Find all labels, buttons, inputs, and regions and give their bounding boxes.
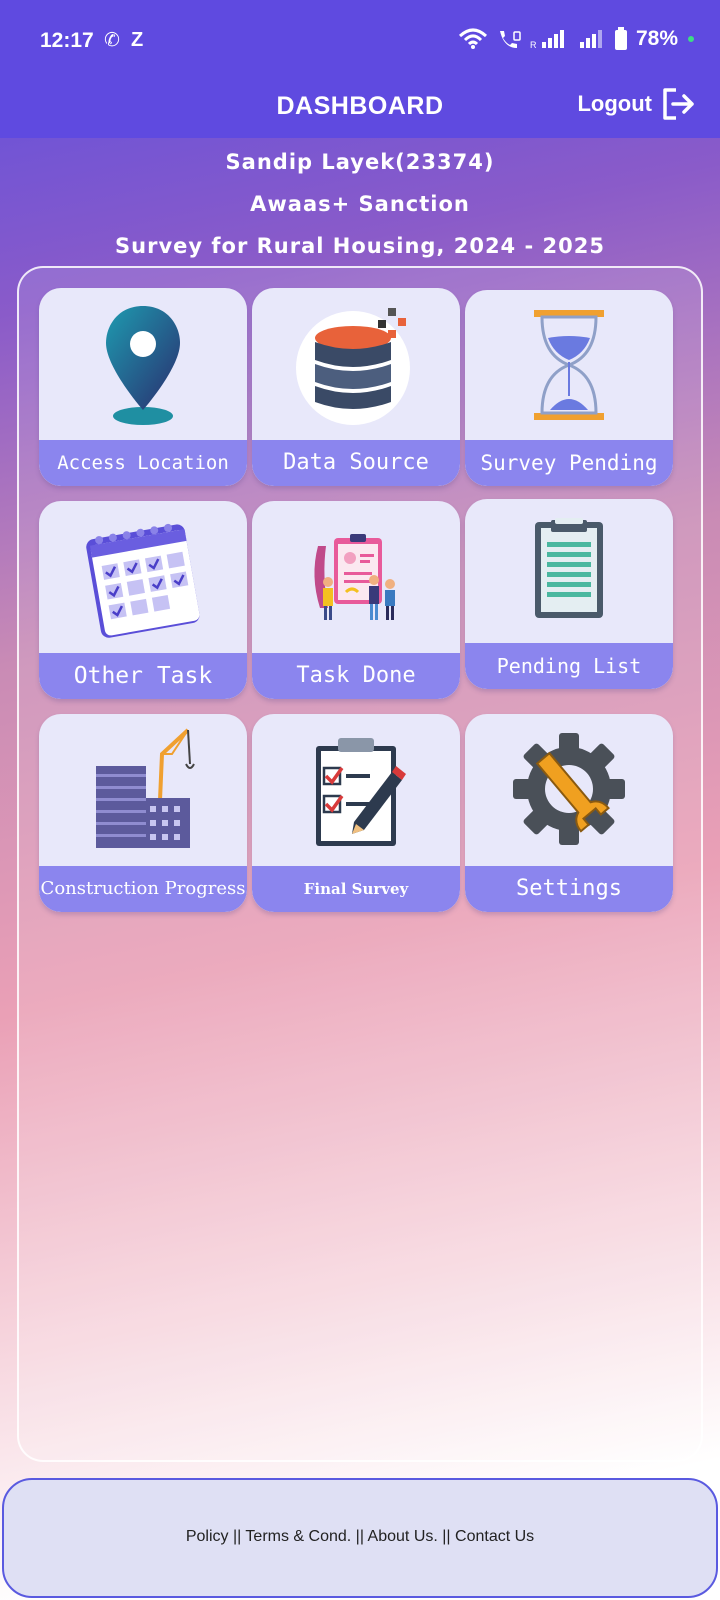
wifi-icon [458,28,487,49]
survey-title: Survey for Rural Housing, 2024 - 2025 [115,234,605,258]
tile-access-location[interactable]: Access Location [39,288,247,486]
checklist-pen-icon [252,714,460,864]
status-bar: 12:17 ✆ Z R 78% [0,0,720,82]
team-clipboard-icon [252,501,460,651]
dashboard-panel: Access Location Data Source Survey Pendi… [17,266,703,1462]
phone-icon: ✆ [104,29,120,51]
logout-label: Logout [577,91,652,116]
database-icon [252,288,460,438]
svg-text:R: R [530,40,537,50]
tile-label: Pending List [465,643,673,689]
status-right-group: R 78% [458,27,694,51]
tile-construction-progress[interactable]: Construction Progress [39,714,247,912]
tile-task-done[interactable]: Task Done [252,501,460,699]
user-name: Sandip Layek(23374) [225,150,495,174]
location-pin-icon [39,288,247,438]
tile-pending-list[interactable]: Pending List [465,499,673,689]
tile-label: Data Source [252,440,460,486]
tile-other-task[interactable]: Other Task [39,501,247,699]
status-time: 12:17 [40,29,94,52]
battery-icon [614,27,627,50]
tile-final-survey[interactable]: Final Survey [252,714,460,912]
logout-button[interactable]: Logout [577,86,696,122]
tile-label: Access Location [39,440,247,486]
tile-data-source[interactable]: Data Source [252,288,460,486]
footer-links[interactable]: Policy || Terms & Cond. || About Us. || … [4,1528,716,1546]
tile-survey-pending[interactable]: Survey Pending [465,290,673,486]
gear-wrench-icon [465,714,673,864]
privacy-dot-icon [688,36,694,42]
volte-call-icon [499,31,521,48]
tile-label: Task Done [252,653,460,699]
status-z-indicator: Z [131,29,144,51]
construction-crane-icon [39,714,247,864]
scheme-name: Awaas+ Sanction [250,192,470,216]
app-bar: DASHBOARD Logout [0,82,720,138]
calendar-icon [39,501,247,651]
signal-icon [579,30,602,48]
tile-label: Other Task [39,653,247,699]
logout-icon [663,88,694,120]
tile-settings[interactable]: Settings [465,714,673,912]
signal-icon: R [530,30,564,50]
footer: Policy || Terms & Cond. || About Us. || … [2,1478,718,1598]
tile-label: Settings [465,866,673,912]
clipboard-icon [465,499,673,639]
tile-label: Final Survey [252,866,460,912]
tile-label: Survey Pending [465,440,673,486]
battery-percentage: 78% [635,27,678,50]
hourglass-icon [465,290,673,440]
tile-label: Construction Progress [39,866,247,912]
